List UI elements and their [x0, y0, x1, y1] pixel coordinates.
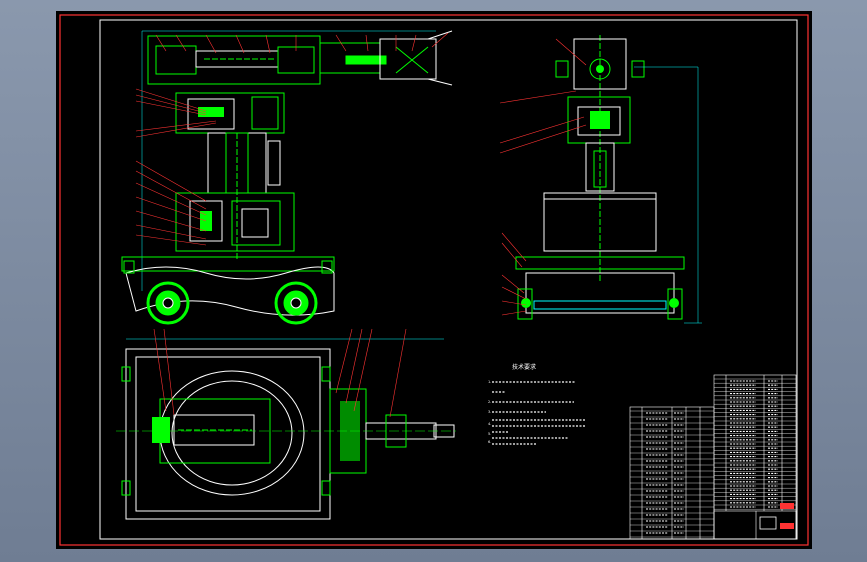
- sheet-outer-frame: [59, 14, 809, 546]
- top-view-leaders: [153, 328, 407, 418]
- tech-line-3: 3.: [488, 410, 491, 414]
- tech-requirements-lines: 1. 2. 3. 4. 5. 6.: [488, 380, 491, 444]
- side-view-leaders: [499, 38, 587, 316]
- tech-line-6: 6.: [488, 440, 491, 444]
- top-view: [116, 338, 456, 520]
- tech-line-4: 4.: [488, 422, 491, 426]
- tech-requirements-title: 技术要求: [512, 363, 536, 371]
- side-view: [515, 35, 702, 324]
- front-view-leaders: [135, 32, 449, 246]
- wheel-icon: [146, 281, 190, 325]
- assembly-drawing: 技术要求 1. 2. 3. 4. 5. 6.: [59, 14, 809, 546]
- tech-line-5: 5.: [488, 432, 491, 436]
- wheel-icon: [274, 281, 318, 325]
- tech-line-1: 1.: [488, 380, 491, 384]
- sheet-inner-frame: [99, 19, 798, 540]
- cad-viewport[interactable]: 技术要求 1. 2. 3. 4. 5. 6.: [56, 11, 812, 549]
- parts-list: [629, 374, 797, 540]
- title-block-stamp-icon: [759, 503, 794, 530]
- parts-list-text: [646, 380, 778, 534]
- tech-requirements-scribbles: [492, 381, 586, 445]
- technical-requirements: 技术要求 1. 2. 3. 4. 5. 6.: [488, 363, 586, 445]
- tech-line-2: 2.: [488, 400, 491, 404]
- parts-list-rows: [630, 378, 796, 538]
- front-view: [121, 30, 453, 316]
